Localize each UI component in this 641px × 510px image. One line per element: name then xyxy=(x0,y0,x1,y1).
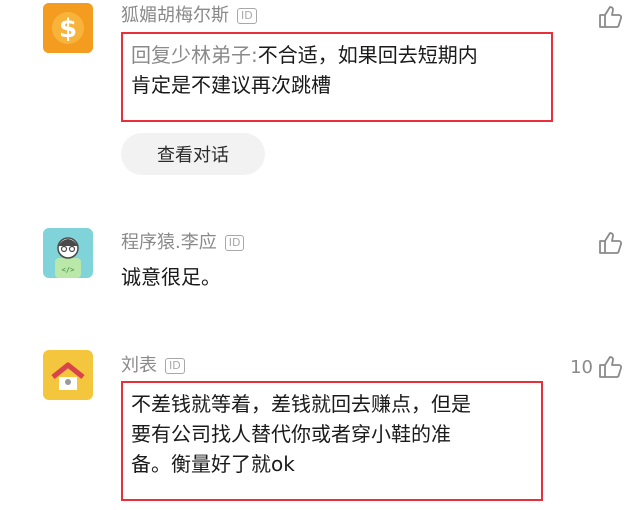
username[interactable]: 刘表 ID xyxy=(121,354,185,378)
programmer-avatar-icon: </> xyxy=(43,228,93,278)
thumbs-up-icon xyxy=(599,6,623,28)
like-button[interactable] xyxy=(593,230,623,256)
id-badge: ID xyxy=(237,8,257,24)
id-badge: ID xyxy=(224,235,245,251)
username[interactable]: 程序猿.李应 ID xyxy=(121,231,245,255)
username[interactable]: 狐媚胡梅尔斯 ID xyxy=(121,4,257,28)
house-icon xyxy=(43,350,93,400)
like-button[interactable]: 10 xyxy=(570,354,623,380)
thumbs-up-icon xyxy=(599,232,623,254)
view-conversation-button[interactable]: 查看对话 xyxy=(121,133,265,175)
avatar[interactable]: </> xyxy=(43,228,93,278)
comment-text: 诚意很足。 xyxy=(121,265,221,289)
like-count: 10 xyxy=(570,356,593,378)
avatar[interactable] xyxy=(43,350,93,400)
svg-text:$: $ xyxy=(59,14,77,44)
comment-text: 不差钱就等着，差钱就回去赚点，但是 要有公司找人替代你或者穿小鞋的准 备。衡量好… xyxy=(121,381,543,501)
like-button[interactable] xyxy=(593,4,623,30)
avatar[interactable]: $ xyxy=(43,3,93,53)
thumbs-up-icon xyxy=(599,356,623,378)
reply-prefix[interactable]: 回复少林弟子: xyxy=(131,43,258,67)
dollar-coin-icon: $ xyxy=(43,3,93,53)
svg-text:</>: </> xyxy=(62,266,75,274)
comment-text: 回复少林弟子:不合适，如果回去短期内 肯定是不建议再次跳槽 xyxy=(121,32,553,122)
id-badge: ID xyxy=(165,358,185,374)
